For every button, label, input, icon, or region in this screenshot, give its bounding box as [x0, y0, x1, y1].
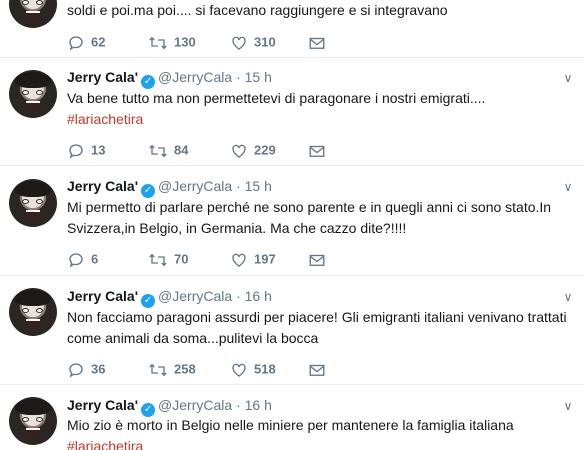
- tweet-timestamp[interactable]: 15 h: [245, 69, 272, 85]
- like-count: 310: [254, 34, 276, 50]
- retweet-icon: [149, 363, 167, 376]
- tweet-header: Jerry Cala' ✓ @JerryCala · 15 h: [67, 177, 272, 198]
- retweet-icon: [149, 144, 167, 157]
- verified-badge-icon: ✓: [141, 294, 156, 308]
- chevron-down-icon[interactable]: ∨: [560, 179, 576, 195]
- tweet-text: Mi permetto di parlare perché ne sono pa…: [67, 199, 552, 236]
- tweet-text-container: Mio zio è morto in Belgio nelle miniere …: [67, 415, 572, 450]
- tweet-text-container: Va bene tutto ma non permettetevi di par…: [67, 88, 572, 130]
- verified-badge-icon: ✓: [141, 184, 156, 198]
- tweet-timestamp[interactable]: 16 h: [245, 397, 272, 413]
- reply-icon: [69, 143, 83, 159]
- retweet-count: 70: [174, 251, 189, 267]
- like-count: 229: [254, 142, 276, 158]
- retweet-button[interactable]: 130: [148, 32, 196, 52]
- like-button[interactable]: 229: [230, 140, 276, 160]
- like-count: 518: [254, 361, 276, 377]
- reply-button[interactable]: 62: [67, 32, 105, 52]
- tweet-item[interactable]: soldi e poi.ma poi.... si facevano raggi…: [0, 0, 584, 58]
- tweet-text: Non facciamo paragoni assurdi per piacer…: [67, 309, 567, 346]
- hashtag-link[interactable]: #lariachetira: [67, 436, 572, 450]
- message-button[interactable]: [308, 249, 332, 269]
- reply-count: 36: [91, 361, 106, 377]
- like-button[interactable]: 197: [230, 249, 276, 269]
- heart-icon: [232, 363, 246, 377]
- author-name[interactable]: Jerry Cala': [67, 397, 138, 413]
- reply-button[interactable]: 6: [67, 249, 98, 269]
- chevron-down-icon[interactable]: ∨: [560, 70, 576, 86]
- reply-count: 62: [91, 34, 106, 50]
- reply-icon: [69, 252, 83, 268]
- retweet-button[interactable]: 258: [148, 359, 196, 379]
- reply-button[interactable]: 36: [67, 359, 105, 379]
- avatar[interactable]: [9, 0, 57, 28]
- retweet-count: 130: [174, 34, 196, 50]
- message-button[interactable]: [308, 32, 332, 52]
- tweet-text: Mio zio è morto in Belgio nelle miniere …: [67, 417, 514, 433]
- envelope-icon: [309, 254, 325, 266]
- message-button[interactable]: [308, 359, 332, 379]
- reply-icon: [69, 35, 83, 51]
- author-handle[interactable]: @JerryCala: [158, 178, 232, 194]
- separator-dot: ·: [236, 178, 241, 194]
- retweet-count: 84: [174, 142, 189, 158]
- heart-icon: [232, 144, 246, 158]
- envelope-icon: [309, 145, 325, 157]
- avatar[interactable]: [9, 179, 57, 227]
- avatar[interactable]: [9, 288, 57, 336]
- author-name[interactable]: Jerry Cala': [67, 288, 138, 304]
- retweet-icon: [149, 36, 167, 49]
- retweet-icon: [149, 253, 167, 266]
- like-count: 197: [254, 251, 276, 267]
- envelope-icon: [309, 364, 325, 376]
- tweet-item[interactable]: Jerry Cala' ✓ @JerryCala · 16 h ∨ Mio zio …: [0, 385, 584, 450]
- retweet-button[interactable]: 84: [148, 140, 188, 160]
- like-button[interactable]: 310: [230, 32, 276, 52]
- hashtag-link[interactable]: #lariachetira: [67, 109, 572, 130]
- author-handle[interactable]: @JerryCala: [158, 288, 232, 304]
- reply-icon: [69, 362, 83, 378]
- message-button[interactable]: [308, 140, 332, 160]
- author-name[interactable]: Jerry Cala': [67, 178, 138, 194]
- retweet-count: 258: [174, 361, 196, 377]
- author-handle[interactable]: @JerryCala: [158, 69, 232, 85]
- separator-dot: ·: [236, 69, 241, 85]
- tweet-text: Va bene tutto ma non permettetevi di par…: [67, 90, 486, 106]
- envelope-icon: [309, 37, 325, 49]
- chevron-down-icon[interactable]: ∨: [560, 289, 576, 305]
- tweet-item[interactable]: Jerry Cala' ✓ @JerryCala · 16 h ∨ Non facc…: [0, 276, 584, 385]
- avatar[interactable]: [9, 70, 57, 118]
- separator-dot: ·: [236, 288, 241, 304]
- tweet-header: Jerry Cala' ✓ @JerryCala · 16 h: [67, 396, 272, 417]
- reply-button[interactable]: 13: [67, 140, 105, 160]
- verified-badge-icon: ✓: [141, 75, 156, 89]
- tweet-timestamp[interactable]: 16 h: [245, 288, 272, 304]
- reply-count: 13: [91, 142, 106, 158]
- separator-dot: ·: [236, 397, 241, 413]
- retweet-button[interactable]: 70: [148, 249, 188, 269]
- tweet-item[interactable]: Jerry Cala' ✓ @JerryCala · 15 h ∨ Mi perme…: [0, 166, 584, 276]
- reply-count: 6: [91, 251, 99, 267]
- avatar[interactable]: [9, 397, 57, 445]
- author-handle[interactable]: @JerryCala: [158, 397, 232, 413]
- like-button[interactable]: 518: [230, 359, 276, 379]
- tweet-timestamp[interactable]: 15 h: [245, 178, 272, 194]
- tweet-item[interactable]: Jerry Cala' ✓ @JerryCala · 15 h ∨ Va bene …: [0, 58, 584, 166]
- heart-icon: [232, 36, 246, 50]
- tweet-header: Jerry Cala' ✓ @JerryCala · 15 h: [67, 68, 272, 89]
- tweet-header: Jerry Cala' ✓ @JerryCala · 16 h: [67, 287, 272, 308]
- author-name[interactable]: Jerry Cala': [67, 69, 138, 85]
- heart-icon: [232, 253, 246, 267]
- chevron-down-icon[interactable]: ∨: [560, 398, 576, 414]
- tweet-text: soldi e poi.ma poi.... si facevano raggi…: [67, 2, 448, 18]
